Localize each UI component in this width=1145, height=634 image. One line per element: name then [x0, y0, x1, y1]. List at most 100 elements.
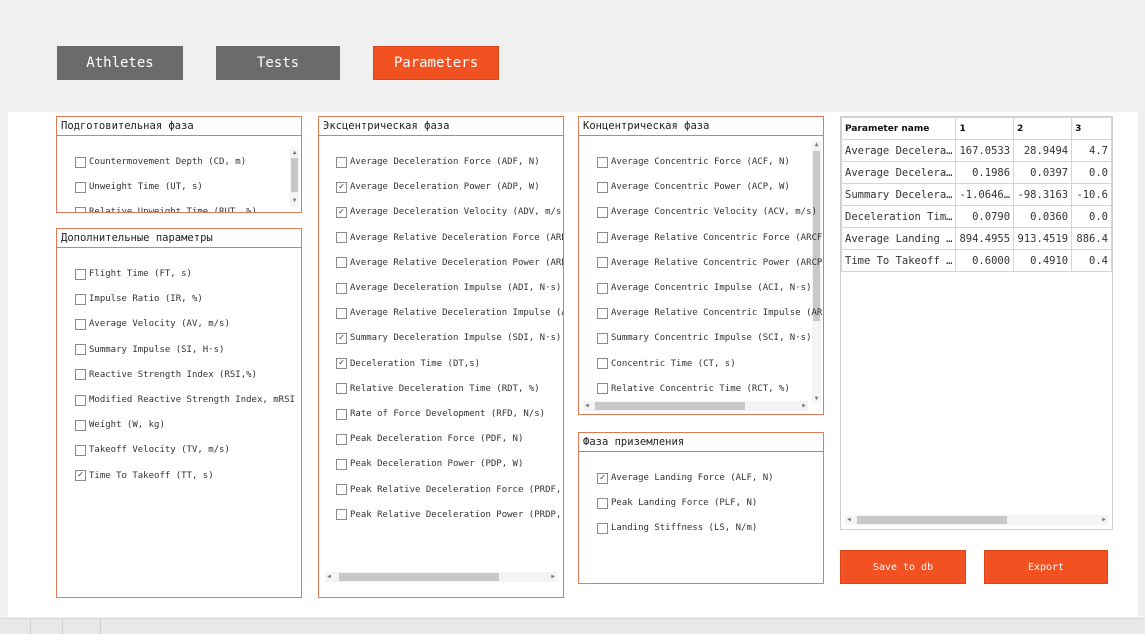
results-table[interactable]: Parameter name 1 2 3 Average Decelera… 16…: [840, 116, 1113, 530]
export-button[interactable]: Export: [984, 550, 1108, 584]
checkbox-icon[interactable]: [336, 383, 347, 395]
checkbox-item[interactable]: Average Relative Deceleration Power (ARD…: [336, 256, 563, 270]
checkbox-icon[interactable]: [336, 232, 347, 244]
value-cell[interactable]: 0.4910: [1013, 249, 1073, 272]
checkbox-item[interactable]: Summary Concentric Impulse (SCI, N·s): [597, 331, 811, 345]
horizontal-scrollbar[interactable]: ◀ ▶: [583, 401, 808, 411]
checkbox-icon[interactable]: [597, 522, 608, 534]
parameter-name-cell[interactable]: Summary Decelera…: [841, 183, 957, 206]
scroll-right-icon[interactable]: ▶: [549, 572, 557, 582]
checked-checkbox-icon[interactable]: ✓: [336, 206, 347, 218]
parameter-name-cell[interactable]: Average Decelera…: [841, 161, 957, 184]
checkbox-icon[interactable]: [75, 344, 86, 356]
table-row[interactable]: Average Decelera… 0.1986 0.0397 0.0: [841, 161, 1112, 184]
checkbox-item[interactable]: Average Relative Concentric Force (ARCF,…: [597, 231, 823, 245]
value-cell[interactable]: 0.0: [1071, 205, 1112, 228]
checkbox-icon[interactable]: [597, 497, 608, 509]
table-row[interactable]: Deceleration Tim… 0.0790 0.0360 0.0: [841, 205, 1112, 228]
scroll-thumb[interactable]: [291, 158, 298, 192]
checkbox-item[interactable]: Relative Deceleration Time (RDT, %): [336, 382, 540, 396]
checkbox-item[interactable]: Average Relative Concentric Impulse (ARC…: [597, 306, 823, 320]
checkbox-item[interactable]: ✓ Deceleration Time (DT,s): [336, 357, 480, 371]
table-row[interactable]: Average Decelera… 167.0533 28.9494 4.7: [841, 139, 1112, 162]
checkbox-item[interactable]: Average Relative Deceleration Force (ARD…: [336, 231, 563, 245]
checked-checkbox-icon[interactable]: ✓: [336, 181, 347, 193]
checkbox-item[interactable]: Takeoff Velocity (TV, m/s): [75, 443, 230, 457]
value-cell[interactable]: -98.3163: [1013, 183, 1073, 206]
scroll-left-icon[interactable]: ◀: [845, 515, 853, 525]
checkbox-icon[interactable]: [336, 307, 347, 319]
scroll-left-icon[interactable]: ◀: [325, 572, 333, 582]
checkbox-item[interactable]: Countermovement Depth (CD, m): [75, 155, 246, 169]
checkbox-item[interactable]: Relative Concentric Time (RCT, %): [597, 382, 790, 396]
scroll-left-icon[interactable]: ◀: [583, 401, 591, 411]
checkbox-item[interactable]: ✓ Average Deceleration Power (ADP, W): [336, 180, 540, 194]
parameter-name-cell[interactable]: Time To Takeoff …: [841, 249, 957, 272]
checked-checkbox-icon[interactable]: ✓: [597, 472, 608, 484]
checkbox-item[interactable]: Peak Deceleration Power (PDP, W): [336, 457, 523, 471]
checkbox-item[interactable]: Unweight Time (UT, s): [75, 180, 203, 194]
checkbox-icon[interactable]: [75, 369, 86, 381]
scroll-down-icon[interactable]: ▼: [290, 197, 299, 205]
checkbox-icon[interactable]: [336, 484, 347, 496]
value-cell[interactable]: 28.9494: [1013, 139, 1073, 162]
scroll-down-icon[interactable]: ▼: [812, 395, 821, 403]
scroll-right-icon[interactable]: ▶: [800, 401, 808, 411]
checkbox-icon[interactable]: [336, 282, 347, 294]
checked-checkbox-icon[interactable]: ✓: [336, 358, 347, 370]
checkbox-icon[interactable]: [75, 293, 86, 305]
value-cell[interactable]: 0.1986: [955, 161, 1015, 184]
checkbox-item[interactable]: ✓ Summary Deceleration Impulse (SDI, N·s): [336, 331, 561, 345]
tab-athletes[interactable]: Athletes: [57, 46, 183, 80]
value-cell[interactable]: 0.0790: [955, 205, 1015, 228]
parameter-name-cell[interactable]: Average Decelera…: [841, 139, 957, 162]
checkbox-icon[interactable]: [336, 509, 347, 521]
checkbox-icon[interactable]: [597, 156, 608, 168]
checkbox-item[interactable]: Reactive Strength Index (RSI,%): [75, 368, 257, 382]
value-cell[interactable]: 0.6000: [955, 249, 1015, 272]
checkbox-icon[interactable]: [75, 156, 86, 168]
column-header[interactable]: Parameter name: [841, 117, 957, 140]
checkbox-icon[interactable]: [336, 257, 347, 269]
checkbox-icon[interactable]: [75, 318, 86, 330]
checkbox-icon[interactable]: [75, 394, 86, 406]
scroll-thumb[interactable]: [595, 402, 745, 410]
table-row[interactable]: Summary Decelera… -1.0646… -98.3163 -10.6: [841, 183, 1112, 206]
checkbox-icon[interactable]: [336, 408, 347, 420]
checkbox-icon[interactable]: [597, 332, 608, 344]
checkbox-item[interactable]: Average Concentric Power (ACP, W): [597, 180, 790, 194]
value-cell[interactable]: 167.0533: [955, 139, 1015, 162]
checkbox-icon[interactable]: [75, 444, 86, 456]
checkbox-icon[interactable]: [336, 433, 347, 445]
column-header[interactable]: 3: [1071, 117, 1112, 140]
checkbox-item[interactable]: Peak Deceleration Force (PDF, N): [336, 432, 523, 446]
checkbox-icon[interactable]: [597, 307, 608, 319]
checkbox-item[interactable]: Average Relative Deceleration Impulse (A…: [336, 306, 563, 320]
checkbox-item[interactable]: ✓ Time To Takeoff (TT, s): [75, 469, 214, 483]
horizontal-scrollbar[interactable]: ◀ ▶: [325, 572, 557, 582]
checkbox-icon[interactable]: [597, 181, 608, 193]
checkbox-icon[interactable]: [597, 232, 608, 244]
checkbox-item[interactable]: Weight (W, kg): [75, 418, 165, 432]
value-cell[interactable]: 886.4: [1071, 227, 1112, 250]
checkbox-item[interactable]: Summary Impulse (SI, H·s): [75, 343, 224, 357]
checkbox-item[interactable]: Landing Stiffness (LS, N/m): [597, 521, 757, 535]
checkbox-item[interactable]: Impulse Ratio (IR, %): [75, 292, 203, 306]
checkbox-item[interactable]: Flight Time (FT, s): [75, 267, 192, 281]
checkbox-icon[interactable]: [597, 282, 608, 294]
value-cell[interactable]: 4.7: [1071, 139, 1112, 162]
checkbox-icon[interactable]: [336, 458, 347, 470]
checkbox-icon[interactable]: [597, 383, 608, 395]
checkbox-item[interactable]: Average Concentric Velocity (ACV, m/s): [597, 205, 817, 219]
scroll-up-icon[interactable]: ▲: [812, 141, 821, 149]
checkbox-icon[interactable]: [75, 206, 86, 212]
checkbox-item[interactable]: Average Concentric Force (ACF, N): [597, 155, 790, 169]
checkbox-item[interactable]: Relative Unweight Time (RUT, %): [75, 205, 257, 212]
value-cell[interactable]: 0.0360: [1013, 205, 1073, 228]
checkbox-item[interactable]: Peak Relative Deceleration Force (PRDF, …: [336, 483, 563, 497]
checkbox-item[interactable]: ✓ Average Landing Force (ALF, N): [597, 471, 774, 485]
checkbox-item[interactable]: Concentric Time (CT, s): [597, 357, 736, 371]
parameter-name-cell[interactable]: Average Landing …: [841, 227, 957, 250]
value-cell[interactable]: -1.0646…: [955, 183, 1015, 206]
checkbox-icon[interactable]: [336, 156, 347, 168]
